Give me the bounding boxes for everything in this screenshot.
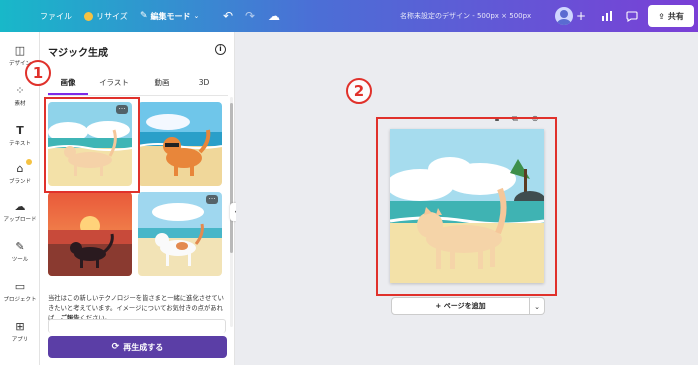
tab-video[interactable]: 動画 <box>144 76 180 96</box>
rail-item-label: ブランド <box>8 179 31 185</box>
brand-icon: ⌂ <box>16 162 24 175</box>
rail-item-label: アップロード <box>3 217 37 223</box>
share-button[interactable]: ⇪ 共有 <box>648 5 694 27</box>
marker-1: 1 <box>25 60 51 86</box>
rail-item-label: 素材 <box>14 101 26 107</box>
chevron-down-icon: ⌄ <box>534 303 540 311</box>
generated-image-2[interactable] <box>138 102 222 186</box>
pencil-icon: ✎ <box>140 11 148 21</box>
info-icon[interactable]: i <box>215 44 226 55</box>
share-label: 共有 <box>667 11 684 21</box>
panel-title: マジック生成 <box>48 48 108 59</box>
prompt-input[interactable] <box>48 319 226 333</box>
rail-item-projects[interactable]: ▭ プロジェクト <box>0 276 40 312</box>
refresh-icon: ⟳ <box>111 342 120 352</box>
rail-item-text[interactable]: T テキスト <box>0 120 40 156</box>
regenerate-button[interactable]: ⟳ 再生成する <box>48 336 227 358</box>
edit-mode-dropdown[interactable]: ✎ 編集モード ⌄ <box>140 0 199 32</box>
folder-icon: ▭ <box>14 280 26 293</box>
resize-button[interactable]: リサイズ <box>84 0 128 32</box>
highlight-box-1 <box>44 97 140 193</box>
file-menu-label: ファイル <box>40 11 72 21</box>
generated-image-4[interactable]: … <box>138 192 222 276</box>
cloud-saved-icon[interactable]: ☁ <box>266 8 282 24</box>
magic-generate-panel: マジック生成 i 画像 イラスト 動画 3D … … 当社はこの新しいテクノロジ… <box>40 32 235 365</box>
rail-item-label: アプリ <box>11 337 29 343</box>
undo-icon[interactable]: ↶ <box>220 8 236 24</box>
add-collaborator-icon[interactable]: + <box>573 8 589 24</box>
media-type-tabs: 画像 イラスト 動画 3D <box>48 76 228 96</box>
design-title[interactable]: 名称未設定のデザイン - 500px × 500px <box>400 0 531 32</box>
crown-icon <box>26 159 32 165</box>
regenerate-label: 再生成する <box>123 342 164 352</box>
marker-2: 2 <box>346 78 372 104</box>
share-icon: ⇪ <box>658 11 665 21</box>
pen-icon: ✎ <box>15 240 25 253</box>
rail-item-label: プロジェクト <box>3 297 37 303</box>
upload-cloud-icon: ☁ <box>14 200 26 213</box>
avatar[interactable] <box>555 7 573 25</box>
resize-label: リサイズ <box>96 11 128 21</box>
rail-item-label: ツール <box>11 257 29 263</box>
top-bar: ファイル リサイズ ✎ 編集モード ⌄ ↶ ↷ ☁ 名称未設定のデザイン - 5… <box>0 0 698 32</box>
rail-item-apps[interactable]: ⊞ アプリ <box>0 316 40 352</box>
rail-item-brand[interactable]: ⌂ ブランド <box>0 158 40 194</box>
rail-item-uploads[interactable]: ☁ アップロード <box>0 196 40 232</box>
more-options-icon[interactable]: … <box>206 194 218 204</box>
add-page-button[interactable]: + ページを追加 <box>391 297 530 315</box>
generated-image-3[interactable] <box>48 192 132 276</box>
crown-icon <box>84 11 93 21</box>
shapes-icon: ⁘ <box>15 84 25 97</box>
add-page-options-button[interactable]: ⌄ <box>530 297 545 315</box>
edit-mode-label: 編集モード <box>150 11 191 21</box>
rail-item-label: テキスト <box>9 141 31 147</box>
tab-illustration[interactable]: イラスト <box>92 76 136 96</box>
apps-icon: ⊞ <box>15 320 25 333</box>
chevron-down-icon: ⌄ <box>193 12 200 20</box>
active-tab-indicator <box>48 93 88 95</box>
comment-icon[interactable] <box>624 8 640 24</box>
tab-3d[interactable]: 3D <box>186 76 222 96</box>
file-menu[interactable]: ファイル <box>40 0 72 32</box>
rail-item-tools[interactable]: ✎ ツール <box>0 236 40 272</box>
highlight-box-2 <box>376 117 557 296</box>
layout-icon: ◫ <box>14 44 26 57</box>
redo-icon[interactable]: ↷ <box>242 8 258 24</box>
text-icon: T <box>16 124 24 137</box>
analytics-icon[interactable] <box>599 8 615 24</box>
